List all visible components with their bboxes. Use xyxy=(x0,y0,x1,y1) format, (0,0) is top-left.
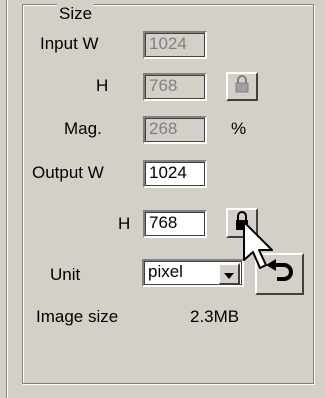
image-size-value: 2.3MB xyxy=(190,307,240,326)
unit-select[interactable]: pixel xyxy=(142,259,244,287)
image-size-label: Image size xyxy=(36,307,119,326)
input-height-field[interactable]: 768 xyxy=(143,73,207,101)
output-width-label: Output W xyxy=(32,163,104,182)
mag-unit: % xyxy=(231,119,247,138)
output-width-field[interactable]: 1024 xyxy=(143,160,207,188)
input-lock-button[interactable] xyxy=(226,72,258,101)
input-width-field[interactable]: 1024 xyxy=(143,31,207,59)
lock-icon xyxy=(234,75,250,98)
mag-field[interactable]: 268 xyxy=(143,116,207,144)
mouse-pointer-icon xyxy=(242,220,278,277)
size-group: Size xyxy=(22,4,314,384)
mag-label: Mag. xyxy=(64,119,102,138)
chevron-down-icon xyxy=(224,263,234,285)
panel-divider xyxy=(0,0,7,398)
output-height-label: H xyxy=(118,214,131,233)
group-title: Size xyxy=(57,4,95,24)
unit-selected-value: pixel xyxy=(148,262,183,281)
input-height-label: H xyxy=(96,76,109,95)
output-height-field[interactable]: 768 xyxy=(143,210,207,238)
dropdown-button[interactable] xyxy=(218,263,240,285)
unit-label: Unit xyxy=(50,265,81,284)
input-width-label: Input W xyxy=(40,34,99,53)
